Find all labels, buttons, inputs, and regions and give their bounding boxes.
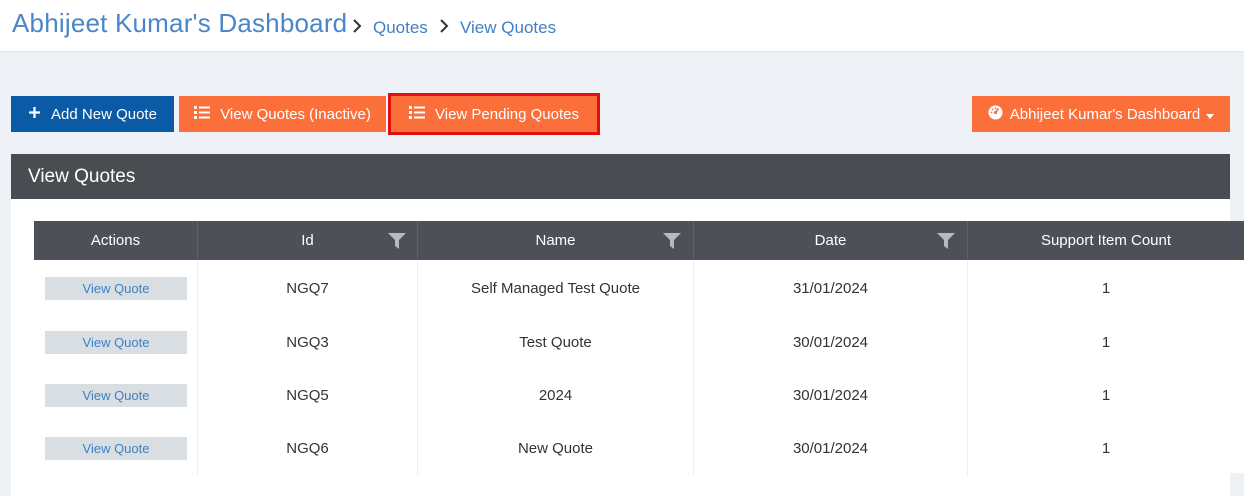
support-item-count-cell: 1	[1101, 386, 1111, 404]
add-new-quote-button[interactable]: Add New Quote	[11, 96, 174, 132]
view-pending-quotes-label: View Pending Quotes	[435, 105, 579, 123]
column-header-date[interactable]: Date	[694, 221, 968, 260]
actions-cell: View Quote	[34, 261, 198, 315]
view-quote-button[interactable]: View Quote	[45, 436, 187, 460]
actions-cell: View Quote	[34, 368, 198, 422]
view-pending-quotes-button[interactable]: View Pending Quotes	[388, 93, 600, 135]
breadcrumb-quotes[interactable]: Quotes	[373, 18, 428, 38]
table-row: View Quote NGQ7 Self Managed Test Quote …	[34, 261, 1244, 315]
dashboard-dropdown-button[interactable]: Abhijeet Kumar's Dashboard	[972, 96, 1230, 132]
page-title: Abhijeet Kumar's Dashboard	[12, 8, 348, 38]
actions-cell: View Quote	[34, 315, 198, 369]
dashboard-gauge-icon	[988, 105, 1003, 124]
id-cell: NGQ5	[198, 368, 418, 422]
support-item-count-cell: 1	[1101, 439, 1111, 457]
filter-icon[interactable]	[388, 233, 406, 253]
filter-icon[interactable]	[937, 233, 955, 253]
chevron-right-icon	[352, 19, 362, 33]
chevron-right-icon	[439, 19, 449, 33]
column-header-id[interactable]: Id	[198, 221, 418, 260]
quotes-table: Actions Id Name Date Support Item Count …	[34, 221, 1244, 475]
table-row: View Quote NGQ5 2024 30/01/2024 1	[34, 368, 1244, 422]
name-cell: Self Managed Test Quote	[418, 261, 694, 315]
id-cell: NGQ6	[198, 421, 418, 475]
support-item-count-cell: 1	[1101, 333, 1111, 351]
list-icon	[194, 105, 211, 123]
id-cell: NGQ7	[198, 261, 418, 315]
name-cell: 2024	[418, 368, 694, 422]
column-header-label: Support Item Count	[1040, 232, 1172, 249]
list-icon	[409, 105, 425, 123]
name-cell: Test Quote	[418, 315, 694, 369]
top-bar: Abhijeet Kumar's Dashboard Quotes View Q…	[0, 0, 1244, 52]
support-item-count-cell: 1	[1101, 279, 1111, 297]
dashboard-dropdown-label: Abhijeet Kumar's Dashboard	[1009, 105, 1201, 123]
date-cell: 31/01/2024	[694, 261, 968, 315]
panel-title: View Quotes	[11, 154, 1230, 199]
id-cell: NGQ3	[198, 315, 418, 369]
caret-down-icon	[1206, 106, 1215, 123]
column-header-label: Name	[535, 232, 576, 249]
view-inactive-quotes-label: View Quotes (Inactive)	[220, 105, 371, 123]
column-header-actions: Actions	[34, 221, 198, 260]
table-row: View Quote NGQ3 Test Quote 30/01/2024 1	[34, 315, 1244, 369]
date-cell: 30/01/2024	[694, 368, 968, 422]
date-cell: 30/01/2024	[694, 315, 968, 369]
column-header-support-item-count[interactable]: Support Item Count	[968, 221, 1244, 260]
column-header-label: Actions	[90, 232, 141, 249]
filter-icon[interactable]	[663, 233, 681, 253]
column-header-label: Id	[301, 232, 314, 249]
date-cell: 30/01/2024	[694, 421, 968, 475]
table-row: View Quote NGQ6 New Quote 30/01/2024 1	[34, 421, 1244, 475]
column-header-label: Date	[814, 232, 847, 249]
add-new-quote-label: Add New Quote	[51, 105, 157, 123]
actions-cell: View Quote	[34, 421, 198, 475]
name-cell: New Quote	[418, 421, 694, 475]
breadcrumb-view-quotes[interactable]: View Quotes	[460, 18, 556, 38]
column-header-name[interactable]: Name	[418, 221, 694, 260]
view-inactive-quotes-button[interactable]: View Quotes (Inactive)	[179, 96, 386, 132]
table-header: Actions Id Name Date Support Item Count	[34, 221, 1244, 260]
view-quote-button[interactable]: View Quote	[45, 383, 187, 407]
view-quote-button[interactable]: View Quote	[45, 330, 187, 354]
view-quote-button[interactable]: View Quote	[45, 276, 187, 300]
plus-icon	[28, 106, 41, 123]
